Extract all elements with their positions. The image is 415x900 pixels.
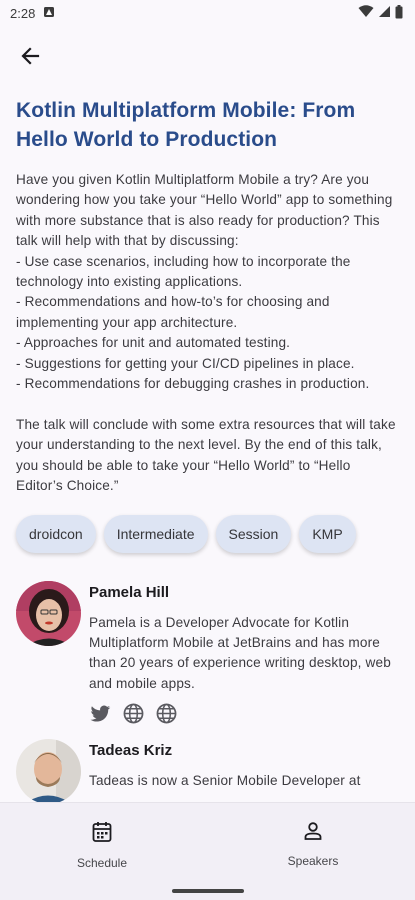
signal-icon [378, 5, 391, 21]
tag-chip[interactable]: KMP [299, 514, 356, 553]
session-description: Have you given Kotlin Multiplatform Mobi… [16, 172, 396, 494]
tag-chip[interactable]: Session [215, 514, 292, 553]
speaker-bio: Tadeas is now a Senior Mobile Developer … [89, 773, 361, 789]
speaker-item[interactable]: Tadeas Kriz Tadeas is now a Senior Mobil… [16, 739, 399, 802]
speaker-name: Pamela Hill [89, 583, 170, 601]
notification-icon [43, 6, 55, 21]
session-title: Kotlin Multiplatform Mobile: From Hello … [16, 99, 356, 151]
calendar-icon [92, 821, 112, 848]
person-icon [303, 821, 323, 846]
battery-icon [395, 4, 403, 22]
speaker-bio: Pamela is a Developer Advocate for Kotli… [89, 614, 391, 691]
globe-icon[interactable] [155, 702, 178, 725]
globe-icon[interactable] [122, 702, 145, 725]
arrow-back-icon [20, 46, 40, 71]
tag-chip[interactable]: droidcon [16, 514, 96, 553]
nav-speakers-label: Speakers [287, 854, 339, 868]
status-time: 2:28 [10, 5, 36, 21]
top-app-bar [0, 36, 415, 80]
nav-schedule-label: Schedule [76, 856, 128, 870]
speaker-avatar [16, 580, 81, 646]
tag-chip[interactable]: Intermediate [103, 514, 208, 553]
speaker-social-links [89, 702, 399, 725]
nav-schedule[interactable]: Schedule [57, 821, 147, 870]
session-detail-content[interactable]: Kotlin Multiplatform Mobile: From Hello … [0, 96, 415, 802]
speaker-name: Tadeas Kriz [89, 742, 173, 760]
bottom-navigation: Schedule Speakers [0, 802, 415, 900]
status-bar: 2:28 [0, 0, 415, 26]
speaker-item[interactable]: Pamela Hill Pamela is a Developer Advoca… [16, 580, 399, 726]
nav-speakers[interactable]: Speakers [268, 821, 358, 868]
home-indicator[interactable] [172, 889, 244, 893]
twitter-icon[interactable] [89, 702, 112, 725]
tag-chips: droidcon Intermediate Session KMP [16, 514, 399, 553]
wifi-icon [358, 5, 374, 21]
speaker-avatar [16, 739, 81, 802]
back-button[interactable] [12, 40, 48, 76]
